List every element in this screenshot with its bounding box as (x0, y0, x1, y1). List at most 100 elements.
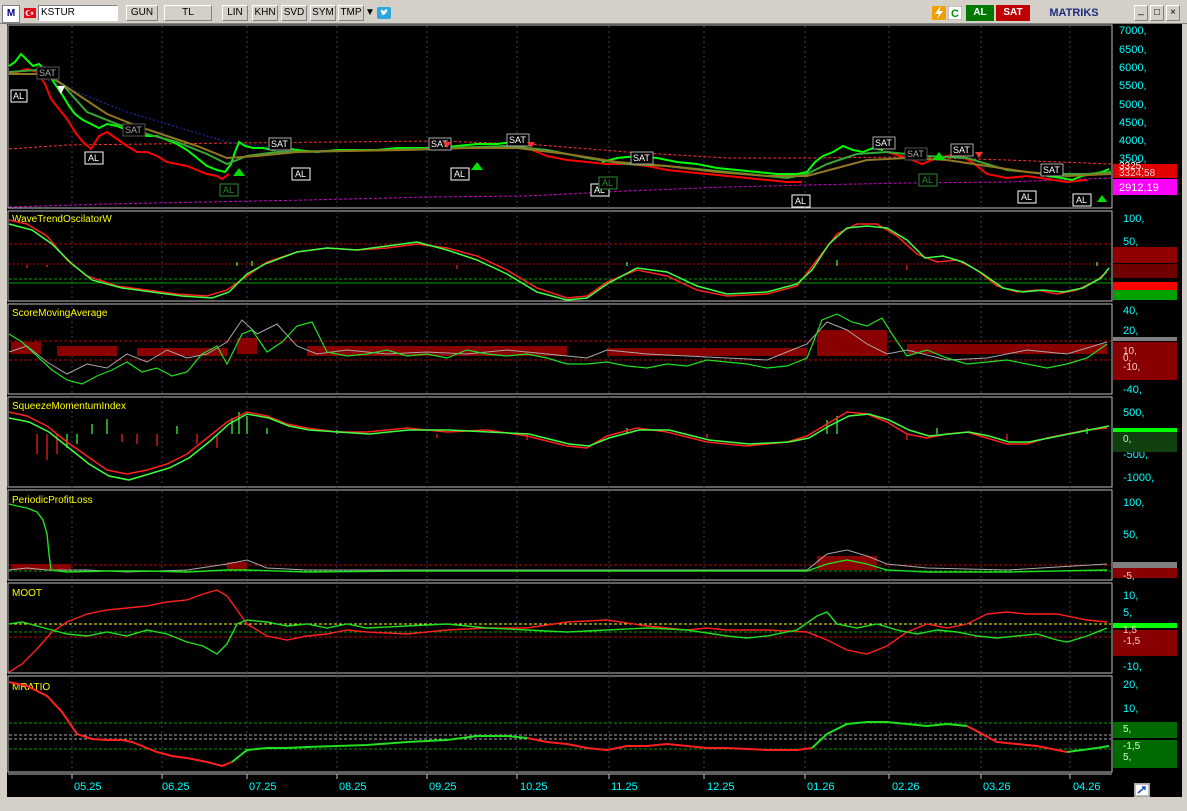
svg-text:12.25: 12.25 (707, 781, 735, 793)
sell-button[interactable]: SAT (996, 5, 1030, 21)
svg-text:SAT: SAT (907, 149, 924, 159)
squeeze-momentum-title: SqueezeMomentumIndex (12, 401, 126, 412)
status-link-icon[interactable] (1134, 783, 1150, 797)
svg-text:AL: AL (922, 175, 933, 185)
wavetrend-badge-red (1113, 282, 1177, 290)
vertical-grid (71, 26, 1071, 772)
sell-signal: SAT (904, 147, 928, 161)
svg-text:AL: AL (454, 169, 465, 179)
period-button-tl[interactable]: TL (164, 5, 212, 21)
refresh-icon[interactable]: C (947, 5, 963, 21)
svg-text:07.25: 07.25 (249, 781, 277, 793)
periodic-pl-bars (11, 556, 877, 570)
svg-text:SAT: SAT (125, 125, 142, 135)
svg-text:09.25: 09.25 (429, 781, 457, 793)
arrow-up-icon (1097, 195, 1107, 202)
moving-average-fast (8, 68, 1112, 180)
score-ma-panel: ScoreMovingAverage 40, 20, 10, 0, -10, -… (8, 305, 1177, 396)
svg-text:-1000,: -1000, (1123, 472, 1154, 484)
mratio-tick-5: 5, (1123, 724, 1131, 735)
svg-text:08.25: 08.25 (339, 781, 367, 793)
time-axis: 05.25 06.25 07.25 08.25 09.25 10.25 11.2… (8, 773, 1112, 793)
wavetrend-signal-red (8, 219, 1108, 299)
scroll-right-icon[interactable]: ▶ (1168, 785, 1178, 797)
periodic-pl-axis: 100, 50, (1123, 497, 1144, 541)
tmp-button[interactable]: TMP (338, 5, 364, 21)
svg-text:6500,: 6500, (1119, 44, 1147, 56)
svg-text:03.26: 03.26 (983, 781, 1011, 793)
mratio-line-red-2 (526, 737, 813, 752)
arrow-up-icon (233, 168, 245, 176)
svg-text:AL: AL (13, 91, 24, 101)
close-button[interactable]: × (1166, 5, 1180, 21)
flag-icon[interactable] (22, 5, 38, 21)
moot-tick-1-5: 1,5 (1123, 625, 1137, 636)
squeeze-tick-0: 0, (1123, 434, 1131, 445)
periodic-pl-title: PeriodicProfitLoss (12, 495, 93, 506)
linear-button[interactable]: LIN (222, 5, 248, 21)
close-price-label: 3324,58 (1119, 168, 1156, 179)
svg-text:100,: 100, (1123, 213, 1144, 225)
svg-text:04.26: 04.26 (1073, 781, 1101, 793)
sell-signal: SAT (268, 137, 292, 151)
svg-text:02.26: 02.26 (892, 781, 920, 793)
moot-green-line (8, 611, 1108, 655)
wavetrend-axis: 100, 50, (1123, 213, 1144, 248)
svg-text:SAT: SAT (39, 68, 56, 78)
svg-text:7000,: 7000, (1119, 25, 1147, 37)
chart-area[interactable]: AL AL AL AL AL AL AL AL AL AL AL SAT SAT… (7, 24, 1182, 797)
svg-text:06.25: 06.25 (162, 781, 190, 793)
maximize-button[interactable]: □ (1150, 5, 1164, 21)
svg-text:05.25: 05.25 (74, 781, 102, 793)
lower-band (8, 177, 1112, 208)
score-ma-badge-gray (1113, 337, 1177, 341)
sell-signal: SAT (1040, 163, 1064, 177)
svd-button[interactable]: SVD (281, 5, 307, 21)
squeeze-badge-green (1113, 428, 1177, 432)
minimize-button[interactable]: _ (1134, 5, 1148, 21)
status-bar: ◀ ▶ (0, 783, 1187, 811)
arrow-up-icon (471, 162, 483, 170)
squeeze-momentum-green (8, 413, 1110, 481)
periodic-pl-tick-neg5: -5, (1123, 571, 1135, 582)
buy-signal: AL (918, 173, 938, 187)
svg-text:SAT: SAT (633, 153, 650, 163)
price-axis: 7000, 6500, 6000, 5500, 5000, 4500, 4000… (1119, 25, 1147, 165)
squeeze-momentum-panel: SqueezeMomentumIndex 500, -500, -1000, 0… (8, 401, 1177, 484)
moving-average-slow (9, 73, 1112, 178)
score-ma-axis: 40, 20, (1123, 305, 1138, 337)
svg-text:01.26: 01.26 (807, 781, 835, 793)
toolbar: M KSTUR GUN TL LIN KHN SVD SYM TMP ▼ C A… (0, 0, 1187, 24)
sell-signal: SAT (872, 136, 896, 150)
svg-text:SAT: SAT (875, 138, 892, 148)
chart-canvas[interactable]: AL AL AL AL AL AL AL AL AL AL AL SAT SAT… (7, 24, 1182, 797)
symbol-field[interactable]: KSTUR (38, 5, 118, 21)
svg-text:AL: AL (1021, 192, 1032, 202)
khn-button[interactable]: KHN (252, 5, 278, 21)
svg-text:10.25: 10.25 (520, 781, 548, 793)
wavetrend-panel: WaveTrendOscilatorW 100, 50, (8, 213, 1177, 301)
buy-signal: AL (598, 176, 618, 190)
svg-text:AL: AL (223, 185, 234, 195)
twitter-icon[interactable] (377, 5, 391, 21)
dropdown-arrow-icon[interactable]: ▼ (364, 5, 376, 21)
moot-tick-neg1-5: -1,5 (1123, 636, 1141, 647)
sym-button[interactable]: SYM (310, 5, 336, 21)
svg-text:SAT: SAT (1043, 165, 1060, 175)
moot-title: MOOT (12, 588, 42, 599)
period-button-gun[interactable]: GUN (126, 5, 158, 21)
svg-text:10,: 10, (1123, 703, 1138, 715)
app-logo-icon[interactable]: M (2, 5, 20, 23)
periodic-pl-badge-gray (1113, 562, 1177, 568)
lightning-icon[interactable] (932, 5, 946, 21)
svg-text:4000,: 4000, (1119, 135, 1147, 147)
buy-button[interactable]: AL (966, 5, 994, 21)
svg-text:20,: 20, (1123, 679, 1138, 691)
buy-signal: AL (84, 151, 104, 165)
wavetrend-badge-upper (1113, 247, 1177, 263)
scroll-left-icon[interactable]: ◀ (1154, 785, 1164, 797)
mratio-line-red (8, 681, 233, 768)
svg-text:40,: 40, (1123, 305, 1138, 317)
svg-text:5000,: 5000, (1119, 99, 1147, 111)
buy-signal: AL (1017, 190, 1037, 204)
